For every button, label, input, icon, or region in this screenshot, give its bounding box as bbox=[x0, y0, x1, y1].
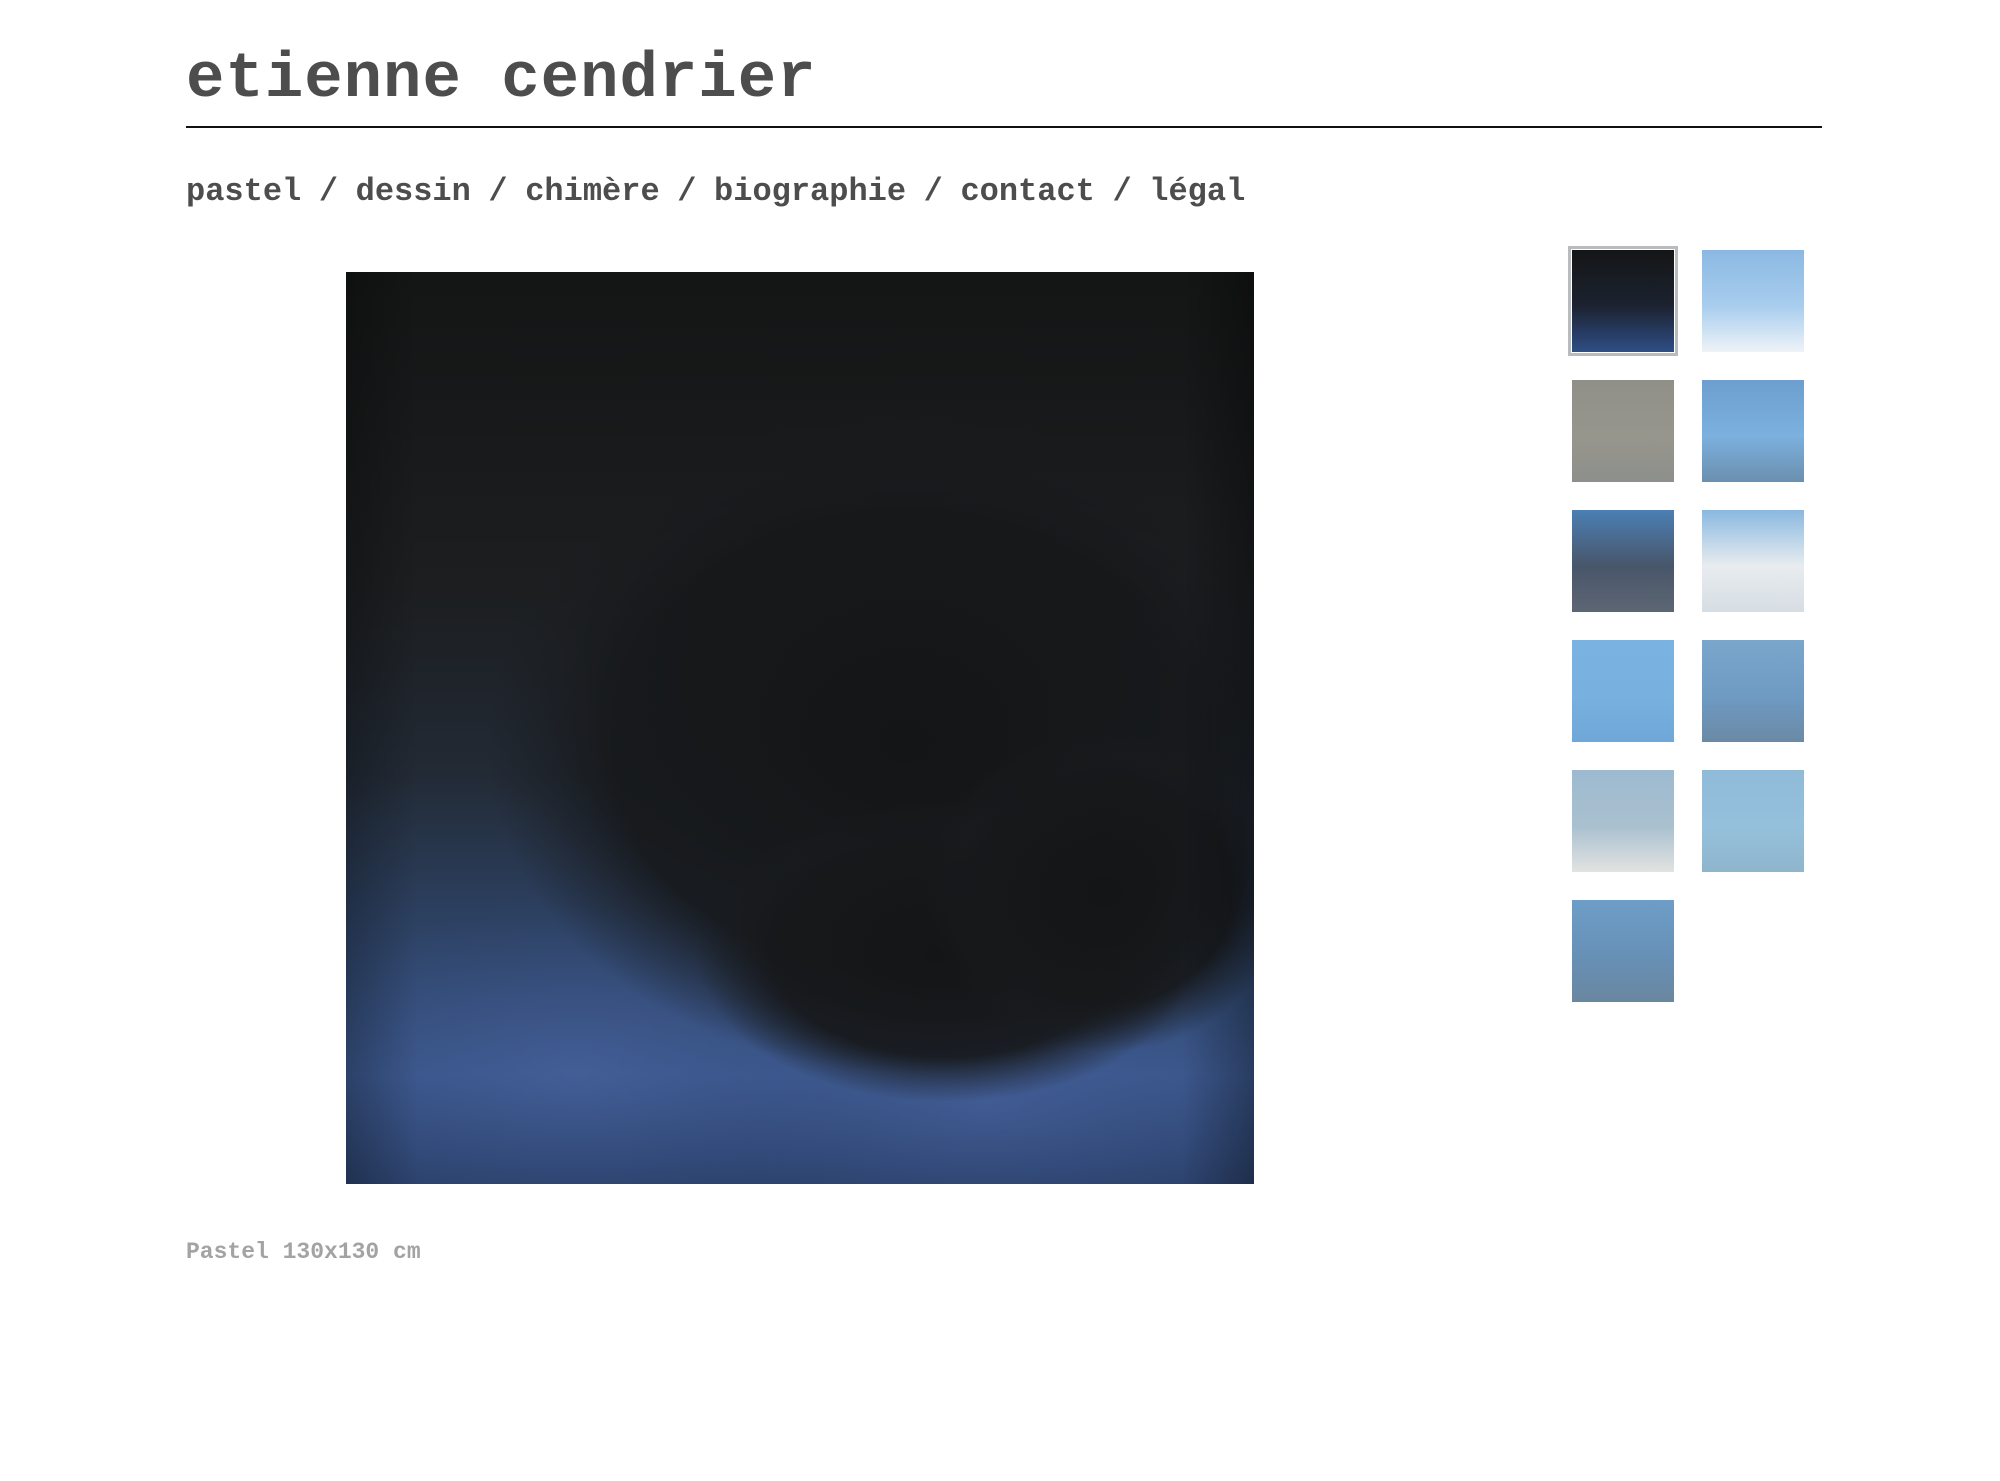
thumbnail-1[interactable] bbox=[1568, 246, 1678, 356]
nav-link-biographie[interactable]: biographie bbox=[714, 173, 906, 210]
nav-link-contact[interactable]: contact bbox=[960, 173, 1094, 210]
thumbnail-10[interactable] bbox=[1702, 770, 1804, 872]
main-artwork-image[interactable] bbox=[346, 272, 1254, 1184]
thumbnail-11[interactable] bbox=[1572, 900, 1674, 1002]
thumbnail-4[interactable] bbox=[1702, 380, 1804, 482]
nav-separator: / bbox=[1112, 173, 1132, 210]
nav-link-dessin[interactable]: dessin bbox=[356, 173, 471, 210]
nav-link-pastel[interactable]: pastel bbox=[186, 173, 301, 210]
thumbnail-7[interactable] bbox=[1572, 640, 1674, 742]
nav-link-legal[interactable]: légal bbox=[1149, 173, 1245, 210]
thumbnail-9[interactable] bbox=[1572, 770, 1674, 872]
thumbnail-2[interactable] bbox=[1702, 250, 1804, 352]
thumbnail-6[interactable] bbox=[1702, 510, 1804, 612]
nav-link-chimere[interactable]: chimère bbox=[525, 173, 659, 210]
site-title[interactable]: etienne cendrier bbox=[186, 42, 817, 118]
thumbnail-8[interactable] bbox=[1702, 640, 1804, 742]
artwork-caption: Pastel 130x130 cm bbox=[186, 1239, 421, 1265]
nav-separator: / bbox=[488, 173, 508, 210]
thumbnail-3[interactable] bbox=[1572, 380, 1674, 482]
main-nav: pastel / dessin / chimère / biographie / contact… bbox=[186, 172, 1245, 212]
thumbnail-5[interactable] bbox=[1572, 510, 1674, 612]
nav-separator: / bbox=[923, 173, 943, 210]
nav-separator: / bbox=[318, 173, 339, 210]
nav-separator: / bbox=[677, 173, 697, 210]
title-divider bbox=[186, 126, 1822, 128]
